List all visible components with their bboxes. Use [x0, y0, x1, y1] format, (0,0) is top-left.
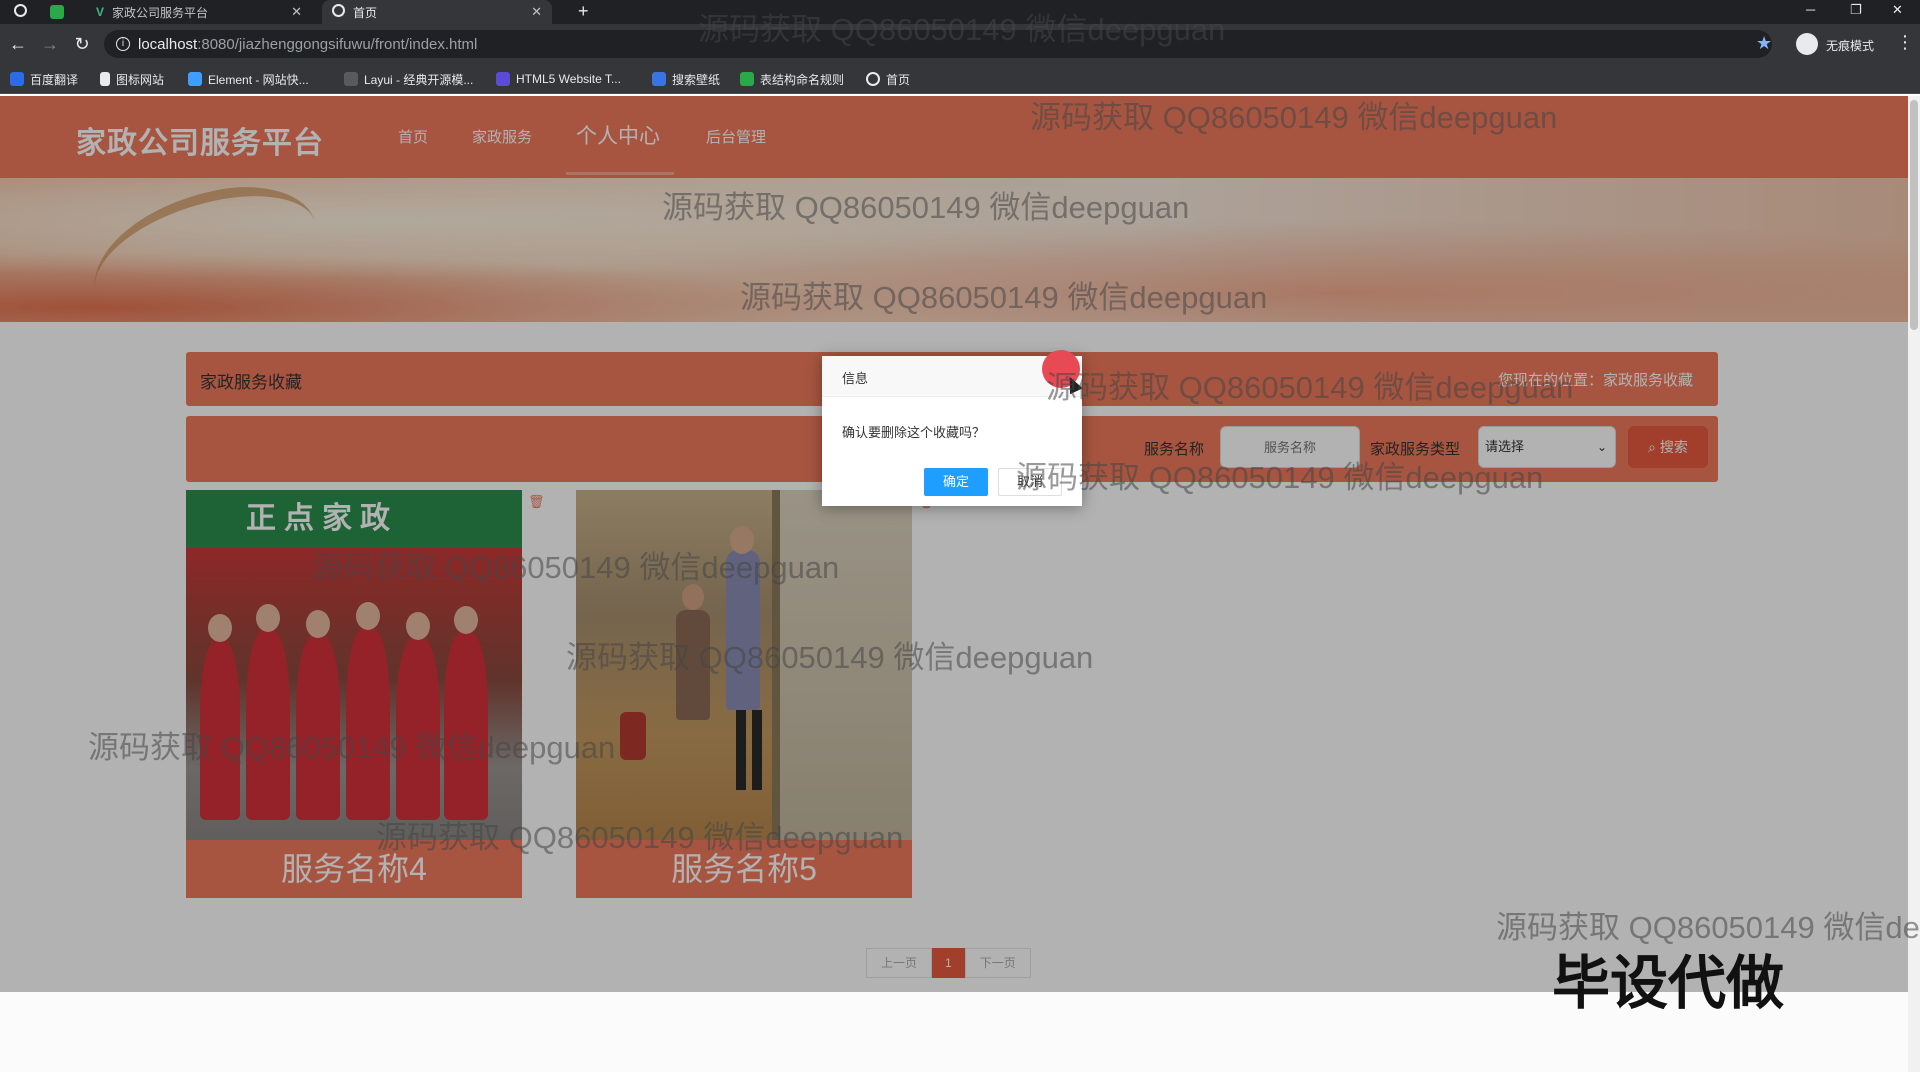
- bookmark-label: 首页: [886, 72, 911, 87]
- url-text[interactable]: localhost:8080/jiazhenggongsifuwu/front/…: [138, 36, 477, 53]
- dialog-message: 确认要删除这个收藏吗？: [842, 425, 986, 440]
- watermark-text: 源码获取 QQ86050149 微信deepguan: [1046, 370, 1574, 405]
- watermark-badge: 毕设代做: [1552, 951, 1785, 1016]
- dialog-title: 信息: [842, 371, 869, 386]
- bookmark-item[interactable]: 百度翻译: [10, 64, 78, 94]
- bookmark-label: 百度翻译: [30, 72, 79, 87]
- html5-site-icon: [496, 72, 510, 86]
- minimize-icon[interactable]: ─: [1806, 0, 1815, 24]
- layui-logo-icon: [344, 72, 358, 86]
- bookmark-label: 表结构命名规则: [760, 72, 845, 87]
- reload-icon[interactable]: ↻: [68, 24, 96, 64]
- watermark-text: 源码获取 QQ86050149 微信deepguan: [662, 190, 1190, 225]
- watermark-text: 源码获取 QQ86050149 微信deepguan: [698, 12, 1226, 47]
- watermark-text: 源码获取 QQ86050149 微信deepguan: [1016, 460, 1544, 495]
- translate-icon: [10, 72, 24, 86]
- bookmark-label: 图标网站: [116, 72, 165, 87]
- flag-icon: [100, 72, 110, 86]
- watermark-text: 源码获取 QQ86050149 微信deepguan: [1030, 100, 1558, 135]
- vue-logo-icon: V: [96, 5, 105, 19]
- modal-overlay[interactable]: [0, 96, 1908, 992]
- kebab-menu-icon[interactable]: ⋮: [1896, 32, 1914, 53]
- tab-close-icon[interactable]: ✕: [531, 4, 542, 20]
- bookmark-label: HTML5 Website T...: [516, 72, 621, 86]
- bookmark-item[interactable]: 表结构命名规则: [740, 64, 844, 94]
- watermark-text: 源码获取 QQ86050149 微信deepguan: [88, 730, 616, 765]
- bookmark-item[interactable]: Element - 网站快...: [188, 64, 309, 94]
- wallpaper-icon: [652, 72, 666, 86]
- chrome-menu-icon[interactable]: [14, 4, 27, 17]
- bookmark-item[interactable]: Layui - 经典开源模...: [344, 64, 473, 94]
- tab-favicon-green-icon[interactable]: [50, 5, 64, 19]
- forward-arrow-icon[interactable]: →: [36, 24, 64, 64]
- tab-close-icon[interactable]: ✕: [291, 4, 302, 20]
- bookmark-label: Layui - 经典开源模...: [364, 72, 474, 87]
- globe-icon: [332, 4, 345, 20]
- back-arrow-icon[interactable]: ←: [4, 24, 32, 64]
- watermark-text: 源码获取 QQ86050149 微信deepguan: [740, 280, 1268, 315]
- bookmark-item[interactable]: 首页: [866, 64, 910, 94]
- globe-icon: [866, 72, 880, 86]
- bookmark-star-icon[interactable]: ★: [1756, 33, 1772, 54]
- sheet-icon: [740, 72, 754, 86]
- restore-icon[interactable]: ❐: [1850, 0, 1862, 24]
- watermark-text: 源码获取 QQ86050149 微信deepguan: [566, 640, 1094, 675]
- watermark-text: 源码获取 QQ86050149 微信deepguan: [312, 550, 840, 585]
- incognito-icon[interactable]: [1796, 33, 1818, 55]
- confirm-ok-button[interactable]: 确定: [924, 468, 988, 496]
- close-window-icon[interactable]: ✕: [1892, 0, 1903, 24]
- site-info-icon[interactable]: i: [116, 37, 130, 51]
- watermark-text: 源码获取 QQ86050149 微信deepguan: [376, 820, 904, 855]
- tab-label: 首页: [353, 5, 378, 20]
- bookmark-item[interactable]: HTML5 Website T...: [496, 64, 621, 94]
- scrollbar-thumb[interactable]: [1910, 100, 1918, 330]
- bookmark-item[interactable]: 图标网站: [100, 64, 164, 94]
- tab-label: 家政公司服务平台: [112, 5, 209, 20]
- new-tab-button[interactable]: +: [578, 0, 589, 24]
- incognito-label[interactable]: 无痕模式: [1826, 37, 1874, 54]
- bookmark-item[interactable]: 搜索壁纸: [652, 64, 720, 94]
- tab-index[interactable]: 首页 ✕: [322, 0, 552, 24]
- bookmark-label: Element - 网站快...: [208, 72, 309, 87]
- bookmark-label: 搜索壁纸: [672, 72, 721, 87]
- url-path: :8080/jiazhenggongsifuwu/front/index.htm…: [197, 36, 478, 53]
- element-logo-icon: [188, 72, 202, 86]
- url-host: localhost: [138, 36, 198, 53]
- tab-home-service[interactable]: V 家政公司服务平台 ✕: [86, 0, 312, 24]
